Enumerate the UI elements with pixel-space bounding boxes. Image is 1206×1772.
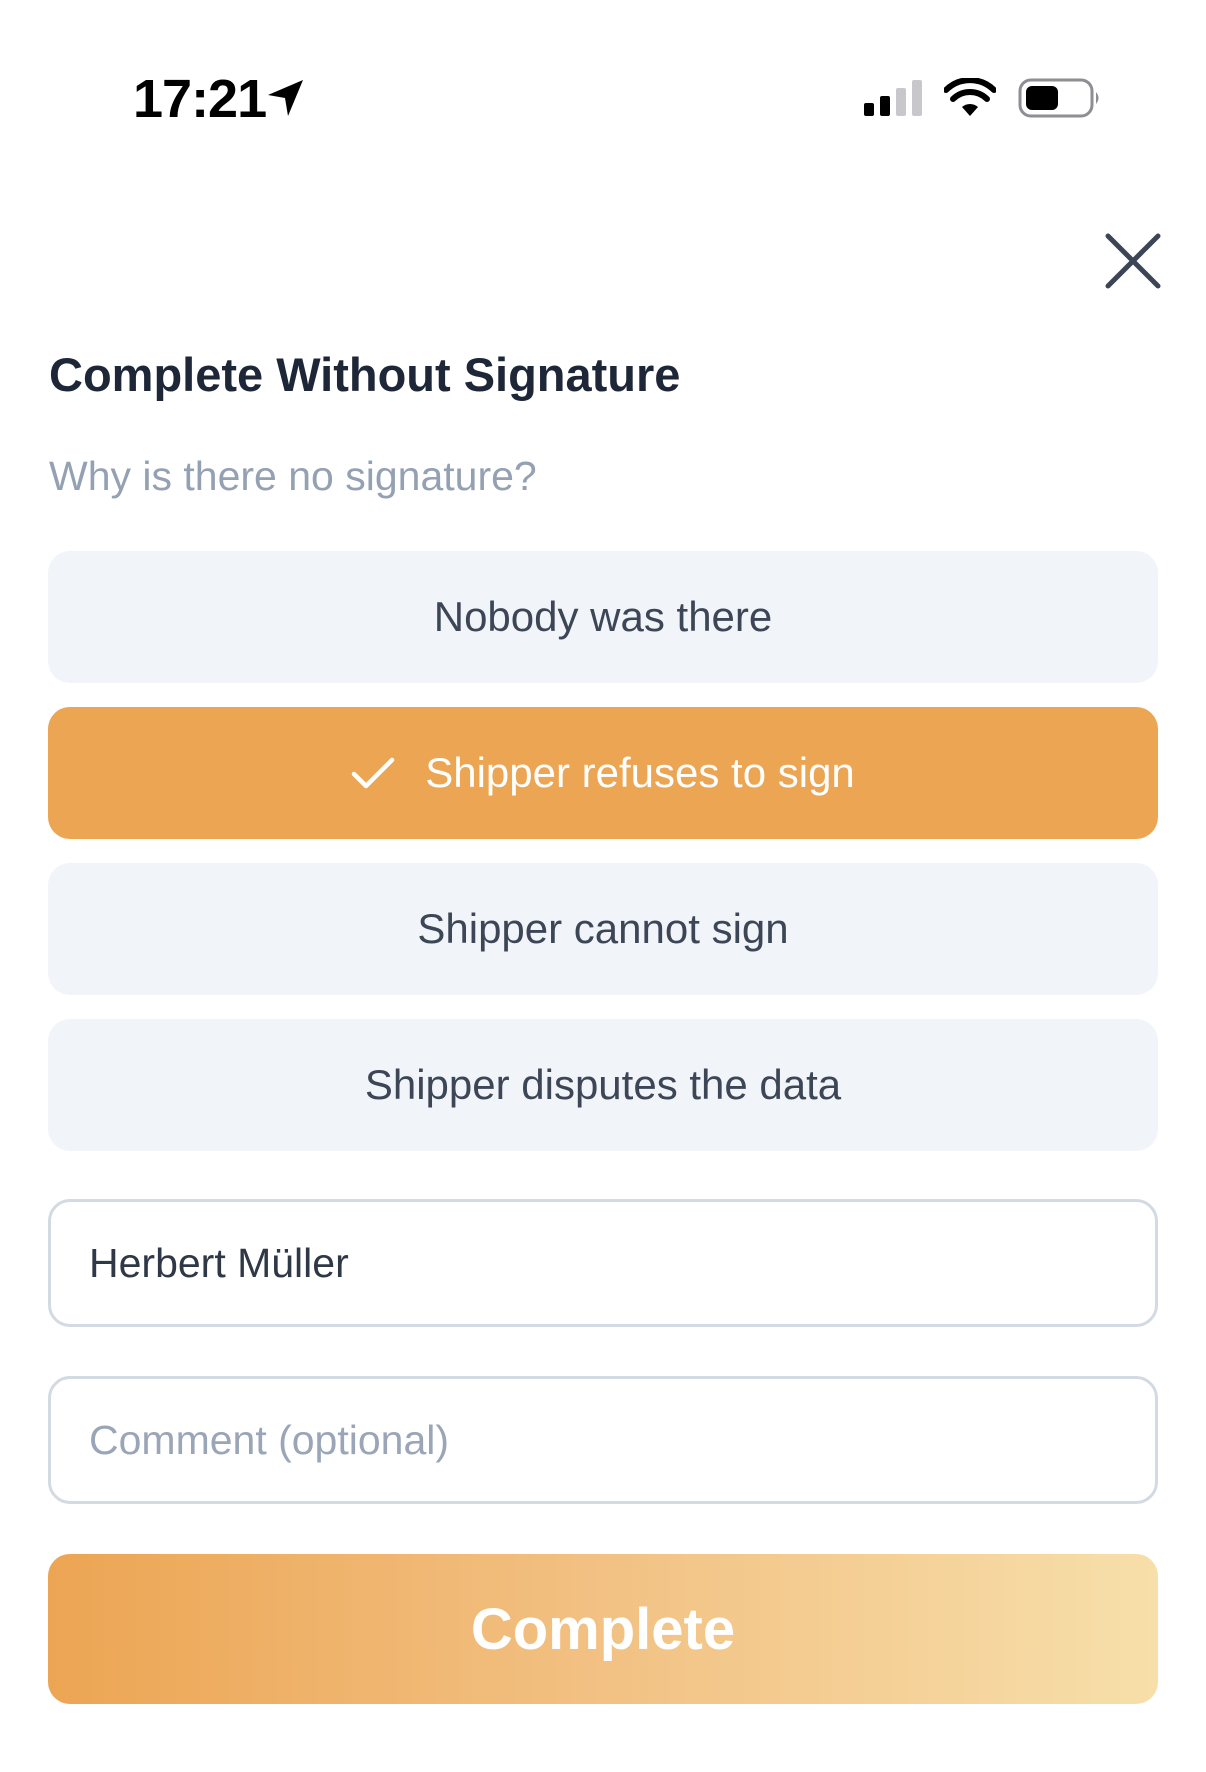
option-shipper-cannot-sign[interactable]: Shipper cannot sign <box>48 863 1158 995</box>
option-label: Shipper refuses to sign <box>425 749 855 796</box>
complete-without-signature-screen: 17:21 Complete Without Signature Why is … <box>0 0 1206 1772</box>
location-arrow-icon <box>268 80 303 116</box>
battery-icon <box>1018 78 1099 118</box>
status-time: 17:21 <box>133 69 267 129</box>
page-title: Complete Without Signature <box>49 348 681 401</box>
option-nobody-was-there[interactable]: Nobody was there <box>48 551 1158 683</box>
signal-icon <box>864 80 922 116</box>
option-shipper-refuses-to-sign[interactable]: Shipper refuses to sign <box>48 707 1158 839</box>
option-label: Shipper cannot sign <box>417 905 789 952</box>
complete-button[interactable]: Complete <box>48 1554 1158 1704</box>
question-label: Why is there no signature? <box>49 453 537 499</box>
option-shipper-disputes-data[interactable]: Shipper disputes the data <box>48 1019 1158 1151</box>
status-bar: 17:21 <box>0 0 1206 200</box>
reason-options: Nobody was there Shipper refuses to sign… <box>48 551 1158 1175</box>
name-input[interactable] <box>48 1199 1158 1327</box>
wifi-icon <box>944 78 996 116</box>
comment-input[interactable] <box>48 1376 1158 1504</box>
option-label: Shipper disputes the data <box>364 1061 842 1108</box>
close-icon[interactable] <box>1100 228 1166 294</box>
check-icon <box>351 757 395 789</box>
option-label: Nobody was there <box>433 593 773 640</box>
